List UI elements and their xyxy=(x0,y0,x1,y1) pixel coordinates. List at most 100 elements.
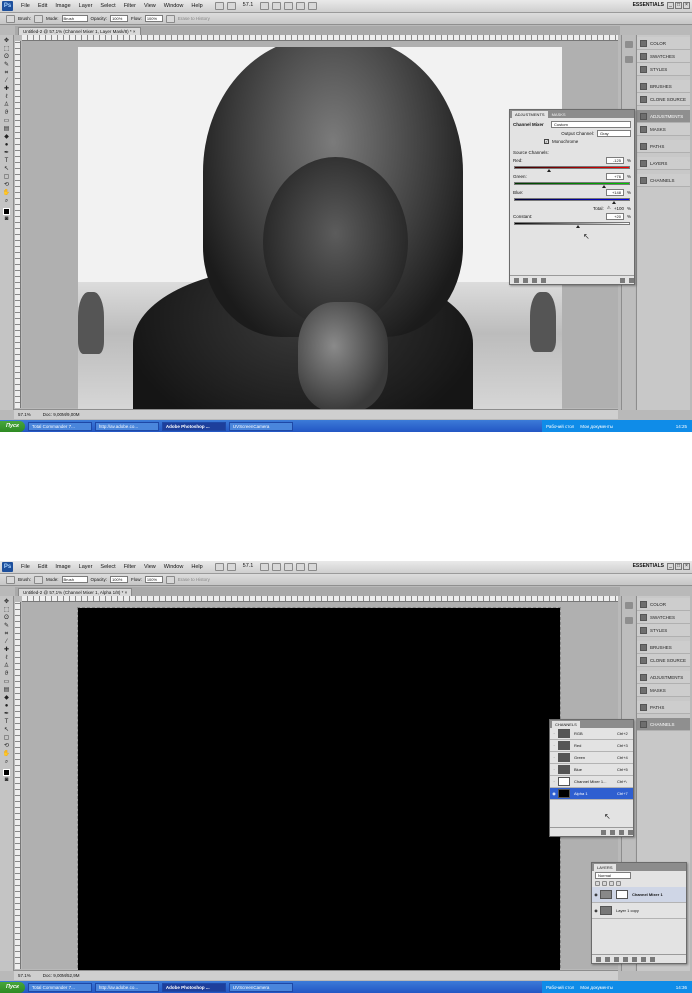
airbrush-toggle[interactable] xyxy=(165,14,175,23)
mode-select[interactable]: Brush xyxy=(61,15,88,22)
dock-adjustments[interactable]: ADJUSTMENTS xyxy=(637,671,690,684)
dock-swatches[interactable]: SWATCHES xyxy=(637,50,690,63)
clone-stamp-tool-icon[interactable]: ♙ xyxy=(2,102,12,109)
blend-mode-select[interactable]: Normal xyxy=(595,872,631,879)
3d-rotate-tool-icon[interactable]: ⟲ xyxy=(2,743,12,750)
zoom-level[interactable]: 57.1 xyxy=(239,2,258,10)
hand-tool-button[interactable] xyxy=(260,2,270,10)
launch-bridge-button[interactable] xyxy=(214,563,224,571)
channel-row-blue[interactable]: · Blue Ctrl+5 xyxy=(550,764,633,776)
eye-icon[interactable]: · xyxy=(550,755,558,760)
new-adjustment-icon[interactable] xyxy=(623,956,628,962)
status-zoom[interactable]: 57.1% xyxy=(18,973,31,978)
dock-clone-source[interactable]: CLONE SOURCE xyxy=(637,93,690,106)
document-canvas-photo[interactable] xyxy=(78,47,562,411)
flow-input[interactable]: 100% xyxy=(144,576,163,583)
marquee-tool-icon[interactable]: ⬚ xyxy=(2,607,12,614)
channel-row-rgb[interactable]: · RGB Ctrl+2 xyxy=(550,728,633,740)
move-tool-icon[interactable]: ✥ xyxy=(2,599,12,606)
launch-bridge-button[interactable] xyxy=(214,2,224,10)
arrange-documents-button[interactable] xyxy=(296,2,306,10)
red-slider[interactable] xyxy=(514,166,630,172)
quick-select-tool-icon[interactable]: ✎ xyxy=(2,62,12,69)
menu-select[interactable]: Select xyxy=(96,3,119,9)
add-style-icon[interactable] xyxy=(605,956,610,962)
lasso-tool-icon[interactable]: ʘ xyxy=(2,54,12,61)
eraser-tool-icon[interactable]: ▭ xyxy=(2,679,12,686)
eyedropper-tool-icon[interactable]: ⁄ xyxy=(2,639,12,646)
workspace-switcher[interactable]: ESSENTIALS xyxy=(633,2,664,8)
menu-layer[interactable]: Layer xyxy=(75,564,97,570)
quick-mask-icon[interactable]: ◙ xyxy=(2,216,12,223)
brush-picker[interactable] xyxy=(34,575,44,584)
tray-my-documents[interactable]: Мои документы xyxy=(580,424,613,429)
lasso-tool-icon[interactable]: ʘ xyxy=(2,615,12,622)
history-brush-tool-icon[interactable]: ϑ xyxy=(2,110,12,117)
screen-mode-button[interactable] xyxy=(308,2,318,10)
crop-tool-icon[interactable]: ⌗ xyxy=(2,631,12,638)
blur-tool-icon[interactable]: ◆ xyxy=(2,695,12,702)
rotate-view-button[interactable] xyxy=(284,2,294,10)
rotate-view-button[interactable] xyxy=(284,563,294,571)
channel-row-mixer-mask[interactable]: · Channel Mixer 1... Ctrl+\ xyxy=(550,776,633,788)
zoom-level[interactable]: 57.1 xyxy=(239,563,258,571)
layer-row-layer-1-copy[interactable]: ◉ Layer 1 copy xyxy=(592,903,686,919)
eye-icon[interactable]: ◉ xyxy=(550,791,558,796)
info-panel-icon[interactable] xyxy=(624,56,633,63)
task-total-commander[interactable]: Total Commander 7... xyxy=(27,421,92,431)
menu-file[interactable]: File xyxy=(17,564,34,570)
hand-tool-button[interactable] xyxy=(260,563,270,571)
hand-tool-icon[interactable]: ✋ xyxy=(2,751,12,758)
menu-file[interactable]: File xyxy=(17,3,34,9)
shape-tool-icon[interactable]: ▢ xyxy=(2,735,12,742)
brush-picker[interactable] xyxy=(34,14,44,23)
channel-row-red[interactable]: · Red Ctrl+3 xyxy=(550,740,633,752)
blur-tool-icon[interactable]: ◆ xyxy=(2,134,12,141)
tool-preset-picker[interactable] xyxy=(6,14,15,23)
constant-slider[interactable] xyxy=(514,222,630,228)
menu-help[interactable]: Help xyxy=(187,3,206,9)
gradient-tool-icon[interactable]: ▤ xyxy=(2,687,12,694)
erase-to-history-checkbox[interactable]: Erase to History xyxy=(178,16,210,21)
dock-layers[interactable]: LAYERS xyxy=(637,157,690,170)
start-button[interactable]: Пуск xyxy=(0,981,25,993)
pen-tool-icon[interactable]: ✒ xyxy=(2,150,12,157)
expand-view-icon[interactable] xyxy=(523,277,528,283)
green-slider[interactable] xyxy=(514,182,630,188)
history-panel-icon[interactable] xyxy=(624,41,633,48)
eye-icon[interactable]: · xyxy=(550,731,558,736)
eye-icon[interactable]: ◉ xyxy=(592,908,600,913)
eye-icon[interactable]: ◉ xyxy=(592,892,600,897)
tab-masks[interactable]: MASKS xyxy=(549,111,569,118)
eyedropper-tool-icon[interactable]: ⁄ xyxy=(2,78,12,85)
menu-filter[interactable]: Filter xyxy=(120,3,140,9)
path-select-tool-icon[interactable]: ↖ xyxy=(2,166,12,173)
view-extras-button[interactable] xyxy=(226,563,236,571)
foreground-color-swatch[interactable] xyxy=(3,769,10,776)
opacity-input[interactable]: 100% xyxy=(110,15,129,22)
eye-icon[interactable]: · xyxy=(550,779,558,784)
constant-slider-knob[interactable] xyxy=(575,225,580,228)
lock-pixels-icon[interactable] xyxy=(602,881,607,886)
pen-tool-icon[interactable]: ✒ xyxy=(2,711,12,718)
document-tab[interactable]: Untitled-2 @ 57,1% (Channel Mixer 1, Alp… xyxy=(18,588,133,596)
tray-desktop[interactable]: Рабочий стол xyxy=(546,424,574,429)
channel-row-green[interactable]: · Green Ctrl+4 xyxy=(550,752,633,764)
zoom-tool-icon[interactable]: ⌕ xyxy=(2,759,12,766)
dock-adjustments[interactable]: ADJUSTMENTS xyxy=(637,110,690,123)
clip-to-layer-icon[interactable] xyxy=(532,277,537,283)
maximize-button[interactable]: □ xyxy=(675,2,682,9)
arrange-documents-button[interactable] xyxy=(296,563,306,571)
healing-tool-icon[interactable]: ✚ xyxy=(2,647,12,654)
dock-paths[interactable]: PATHS xyxy=(637,140,690,153)
monochrome-checkbox[interactable]: ✓ xyxy=(544,139,549,144)
menu-edit[interactable]: Edit xyxy=(34,3,51,9)
task-photoshop[interactable]: Adobe Photoshop ... xyxy=(161,982,226,992)
visibility-icon[interactable] xyxy=(541,277,546,283)
delete-channel-icon[interactable] xyxy=(628,829,633,835)
dock-channels[interactable]: CHANNELS xyxy=(637,718,690,731)
move-tool-icon[interactable]: ✥ xyxy=(2,38,12,45)
zoom-tool-icon[interactable]: ⌕ xyxy=(2,198,12,205)
task-uvscreencamera[interactable]: UVScreenCamera xyxy=(228,421,293,431)
new-group-icon[interactable] xyxy=(632,956,637,962)
